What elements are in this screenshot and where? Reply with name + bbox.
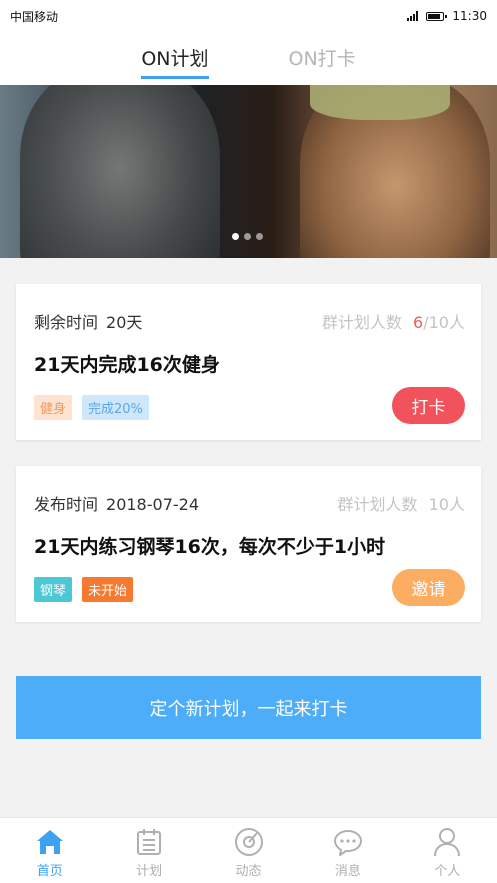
profile-icon bbox=[431, 826, 463, 858]
plan-title: 21天内完成16次健身 bbox=[34, 354, 220, 376]
tab-on-plan[interactable]: ON计划 bbox=[141, 32, 209, 85]
count-total: 10人 bbox=[428, 495, 465, 514]
nav-item-home[interactable]: 首页 bbox=[0, 818, 99, 883]
plan-meta-row: 发布时间 2018-07-24 群计划人数 10人 bbox=[34, 491, 465, 515]
activity-icon bbox=[233, 826, 265, 858]
nav-item-plan[interactable]: 计划 bbox=[99, 818, 198, 883]
plan-meta: 发布时间 2018-07-24 bbox=[34, 491, 199, 515]
nav-label: 个人 bbox=[434, 864, 461, 879]
member-count: 群计划人数 10人 bbox=[338, 491, 465, 515]
meta-value: 2018-07-24 bbox=[106, 495, 199, 514]
nav-label: 首页 bbox=[36, 864, 63, 879]
plan-card[interactable]: 发布时间 2018-07-24 群计划人数 10人 21天内练习钢琴16次，每次不… bbox=[16, 466, 481, 622]
nav-label: 消息 bbox=[334, 864, 361, 879]
nav-label: 计划 bbox=[136, 864, 163, 879]
nav-label: 动态 bbox=[235, 864, 262, 879]
status-bar: 中国移动 11:30 bbox=[0, 0, 497, 32]
tag-status: 未开始 bbox=[82, 577, 134, 602]
plan-tags: 钢琴 未开始 bbox=[34, 577, 134, 602]
new-plan-button[interactable]: 定个新计划，一起来打卡 bbox=[16, 676, 481, 739]
checkin-button[interactable]: 打卡 bbox=[392, 387, 465, 424]
banner-carousel[interactable] bbox=[0, 85, 497, 258]
tab-label: ON计划 bbox=[141, 48, 209, 70]
banner-image-shirt bbox=[310, 85, 450, 120]
nav-item-profile[interactable]: 个人 bbox=[398, 818, 497, 883]
bottom-nav: 首页 计划 动态 消息 个人 bbox=[0, 817, 497, 883]
plan-tags: 健身 完成20% bbox=[34, 395, 149, 420]
nav-item-activity[interactable]: 动态 bbox=[199, 818, 298, 883]
banner-image-left bbox=[20, 85, 220, 258]
tab-underline bbox=[141, 76, 209, 79]
plan-title: 21天内练习钢琴16次，每次不少于1小时 bbox=[34, 536, 386, 558]
plan-card[interactable]: 剩余时间 20天 群计划人数 6/10人 21天内完成16次健身 健身 完成20%… bbox=[16, 284, 481, 440]
tab-on-checkin[interactable]: ON打卡 bbox=[289, 32, 356, 85]
top-tabs: ON计划 ON打卡 bbox=[0, 32, 497, 85]
message-icon bbox=[332, 826, 364, 858]
invite-button[interactable]: 邀请 bbox=[392, 569, 465, 606]
count-total: /10人 bbox=[423, 313, 465, 332]
tab-label: ON打卡 bbox=[288, 48, 356, 70]
count-label: 群计划人数 bbox=[337, 495, 418, 514]
battery-icon bbox=[426, 11, 448, 21]
tag-category: 健身 bbox=[34, 395, 73, 420]
carrier-label: 中国移动 bbox=[10, 9, 59, 24]
tag-category: 钢琴 bbox=[34, 577, 73, 602]
plan-meta-row: 剩余时间 20天 群计划人数 6/10人 bbox=[34, 309, 465, 333]
meta-value: 20天 bbox=[106, 313, 143, 332]
status-right: 11:30 bbox=[407, 9, 487, 23]
nav-item-messages[interactable]: 消息 bbox=[298, 818, 397, 883]
carousel-dot[interactable] bbox=[232, 233, 239, 240]
count-current: 6 bbox=[413, 313, 424, 332]
carousel-dots bbox=[232, 233, 263, 240]
meta-label: 剩余时间 bbox=[34, 313, 99, 332]
carousel-dot[interactable] bbox=[244, 233, 251, 240]
signal-icon bbox=[407, 11, 419, 21]
plan-icon bbox=[133, 826, 165, 858]
carousel-dot[interactable] bbox=[256, 233, 263, 240]
meta-label: 发布时间 bbox=[34, 495, 99, 514]
home-icon bbox=[34, 826, 66, 858]
plan-meta: 剩余时间 20天 bbox=[34, 309, 142, 333]
count-label: 群计划人数 bbox=[321, 313, 402, 332]
tag-progress: 完成20% bbox=[82, 395, 149, 420]
member-count: 群计划人数 6/10人 bbox=[322, 309, 465, 333]
clock: 11:30 bbox=[452, 9, 487, 23]
